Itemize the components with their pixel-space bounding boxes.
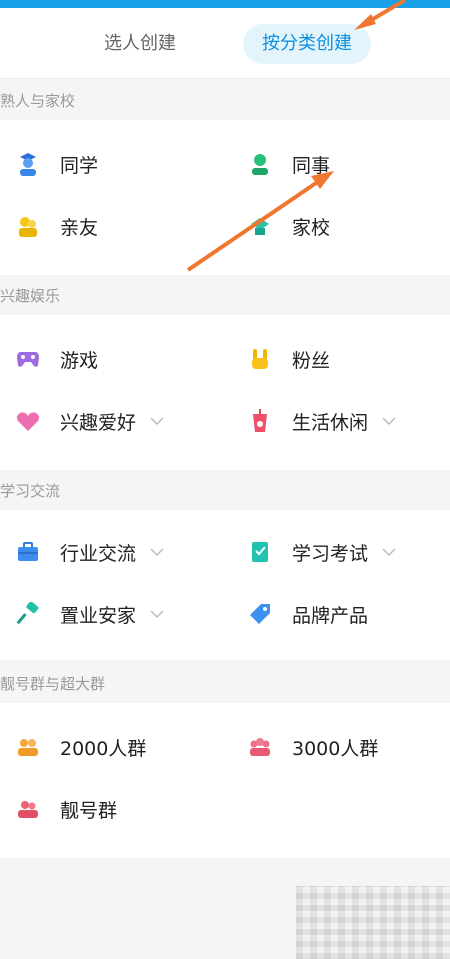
group-2000-icon: [16, 735, 40, 759]
category-pretty-number-group[interactable]: 靓号群: [16, 789, 117, 829]
heart-icon: [16, 409, 40, 433]
chevron-down-icon[interactable]: [150, 544, 166, 560]
school-icon: [248, 214, 272, 238]
category-colleagues[interactable]: 同事: [248, 144, 330, 184]
tab-by-category[interactable]: 按分类创建: [243, 24, 371, 64]
category-label: 置业安家: [60, 604, 137, 627]
section-acquaintances: 同学 同事 亲友 家校: [0, 120, 450, 275]
category-2000-group[interactable]: 2000人群: [16, 727, 146, 767]
rock-hand-icon: [248, 347, 272, 371]
category-home-school[interactable]: 家校: [248, 206, 330, 246]
chevron-down-icon[interactable]: [382, 544, 398, 560]
category-label: 亲友: [60, 216, 99, 239]
briefcase-icon: [16, 540, 40, 564]
section-learning: 行业交流 学习考试 置业安家 品牌产品: [0, 510, 450, 660]
category-home-buying[interactable]: 置业安家: [16, 594, 166, 634]
colleague-icon: [248, 152, 272, 176]
category-label: 家校: [292, 216, 331, 239]
drink-icon: [248, 409, 272, 433]
pretty-number-group-icon: [16, 797, 40, 821]
gamepad-icon: [16, 347, 40, 371]
category-fans[interactable]: 粉丝: [248, 339, 330, 379]
section-title-entertainment: 兴趣娱乐: [0, 287, 61, 305]
section-title-big-groups: 靓号群与超大群: [0, 675, 106, 693]
watermark-mosaic: [296, 886, 450, 959]
category-label: 3000人群: [292, 737, 379, 760]
category-hobbies[interactable]: 兴趣爱好: [16, 401, 166, 441]
category-label: 同学: [60, 154, 99, 177]
category-friends[interactable]: 亲友: [16, 206, 98, 246]
tag-icon: [248, 602, 272, 626]
category-industry-exchange[interactable]: 行业交流: [16, 532, 166, 572]
student-icon: [16, 152, 40, 176]
section-title-acquaintances: 熟人与家校: [0, 92, 76, 110]
category-label: 兴趣爱好: [60, 411, 137, 434]
group-3000-icon: [248, 735, 272, 759]
chevron-down-icon[interactable]: [150, 606, 166, 622]
section-big-groups: 2000人群 3000人群 靓号群: [0, 703, 450, 858]
tab-select-people[interactable]: 选人创建: [104, 24, 176, 64]
chevron-down-icon[interactable]: [150, 413, 166, 429]
section-entertainment: 游戏 粉丝 兴趣爱好 生活休闲: [0, 315, 450, 470]
category-label: 生活休闲: [292, 411, 369, 434]
category-brand-products[interactable]: 品牌产品: [248, 594, 368, 634]
create-mode-tabs: 选人创建 按分类创建: [0, 8, 450, 79]
category-leisure[interactable]: 生活休闲: [248, 401, 398, 441]
friends-icon: [16, 214, 40, 238]
category-label: 同事: [292, 154, 331, 177]
category-3000-group[interactable]: 3000人群: [248, 727, 378, 767]
exam-icon: [248, 540, 272, 564]
category-label: 行业交流: [60, 542, 137, 565]
category-label: 游戏: [60, 349, 99, 372]
category-label: 学习考试: [292, 542, 369, 565]
category-label: 品牌产品: [292, 604, 369, 627]
category-study-exam[interactable]: 学习考试: [248, 532, 398, 572]
category-label: 2000人群: [60, 737, 147, 760]
category-label: 粉丝: [292, 349, 331, 372]
category-classmates[interactable]: 同学: [16, 144, 98, 184]
chevron-down-icon[interactable]: [382, 413, 398, 429]
section-title-learning: 学习交流: [0, 482, 61, 500]
top-accent-bar: [0, 0, 450, 8]
category-games[interactable]: 游戏: [16, 339, 98, 379]
brush-icon: [16, 602, 40, 626]
category-label: 靓号群: [60, 799, 118, 822]
